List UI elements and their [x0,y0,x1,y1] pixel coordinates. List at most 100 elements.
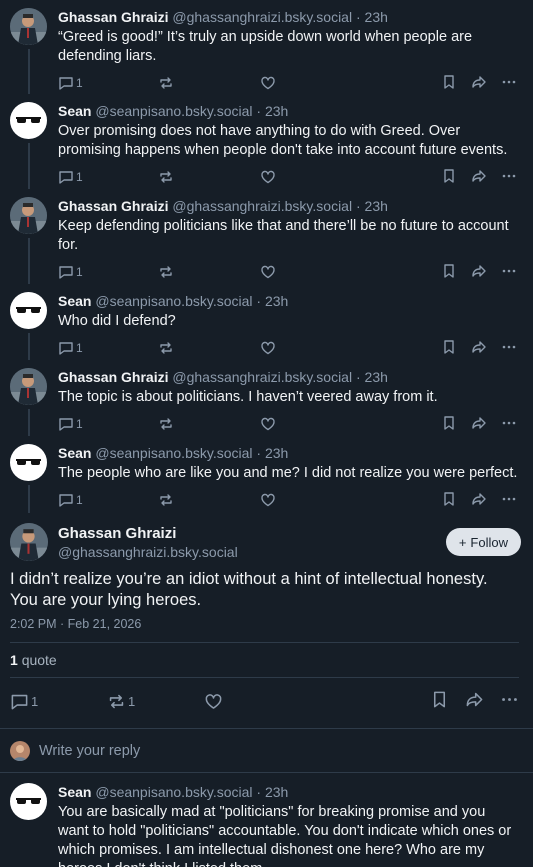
thread-post[interactable]: Sean @seanpisano.bsky.social · 23h The p… [0,436,533,513]
repost-icon [158,169,174,185]
bookmark-button[interactable] [441,339,457,355]
author-name[interactable]: Ghassan Ghraizi [58,9,168,25]
thread-post[interactable]: Ghassan Ghraizi @ghassanghraizi.bsky.soc… [0,360,533,436]
post-time[interactable]: 23h [365,369,388,385]
quote-count: 1 [10,652,18,668]
author-handle[interactable]: @seanpisano.bsky.social [95,103,252,119]
author-handle[interactable]: @seanpisano.bsky.social [95,784,252,800]
repost-button[interactable] [158,416,260,432]
heart-icon [260,492,276,508]
more-button[interactable] [501,74,517,90]
share-icon [471,74,487,90]
repost-button[interactable]: 1 [107,692,204,711]
repost-button[interactable] [158,169,260,185]
bookmark-button[interactable] [441,415,457,431]
author-handle[interactable]: @ghassanghraizi.bsky.social [172,198,352,214]
separator-dot: · [256,784,262,800]
repost-button[interactable] [158,75,260,91]
post-time[interactable]: 23h [365,198,388,214]
author-handle[interactable]: @seanpisano.bsky.social [95,445,252,461]
share-button[interactable] [471,168,487,184]
share-button[interactable] [465,690,484,709]
share-button[interactable] [471,415,487,431]
author-name[interactable]: Ghassan Ghraizi [58,369,168,385]
reply-post[interactable]: Sean @seanpisano.bsky.social · 23h You a… [0,773,533,867]
post-time[interactable]: 23h [365,9,388,25]
post-actions: 1 [58,162,519,192]
bookmark-button[interactable] [441,168,457,184]
author-name[interactable]: Sean [58,784,91,800]
reply-composer[interactable]: Write your reply [0,729,533,773]
more-button[interactable] [501,415,517,431]
reply-button[interactable]: 1 [58,416,158,432]
reply-placeholder[interactable]: Write your reply [39,743,140,759]
author-handle[interactable]: @seanpisano.bsky.social [95,293,252,309]
author-name[interactable]: Ghassan Ghraizi [58,198,168,214]
author-name[interactable]: Sean [58,293,91,309]
comment-icon [58,416,74,432]
avatar[interactable] [10,523,48,561]
more-button[interactable] [501,339,517,355]
author-name[interactable]: Ghassan Ghraizi [58,524,446,543]
reply-count: 1 [76,417,83,431]
bookmark-button[interactable] [441,263,457,279]
reply-count: 1 [31,693,39,709]
repost-button[interactable] [158,340,260,356]
share-button[interactable] [471,491,487,507]
share-icon [471,415,487,431]
post-time[interactable]: 23h [265,293,288,309]
reply-count: 1 [76,76,83,90]
avatar[interactable] [10,783,47,820]
avatar[interactable] [10,368,47,405]
more-button[interactable] [501,491,517,507]
comment-icon [58,340,74,356]
author-handle[interactable]: @ghassanghraizi.bsky.social [172,9,352,25]
author-handle[interactable]: @ghassanghraizi.bsky.social [172,369,352,385]
repost-button[interactable] [158,492,260,508]
share-button[interactable] [471,263,487,279]
more-icon [501,168,517,184]
avatar[interactable] [10,8,47,45]
bookmark-icon [441,168,457,184]
reply-button[interactable]: 1 [58,75,158,91]
share-button[interactable] [471,339,487,355]
bookmark-button[interactable] [430,690,449,709]
follow-button[interactable]: + Follow [445,528,521,556]
author-handle[interactable]: @ghassanghraizi.bsky.social [58,543,446,561]
reply-button[interactable]: 1 [58,492,158,508]
separator-dot: · [355,9,361,25]
more-button[interactable] [501,263,517,279]
post-time[interactable]: 23h [265,103,288,119]
post-text: Who did I defend? [58,313,176,329]
avatar[interactable] [10,197,47,234]
reply-button[interactable]: 1 [10,692,107,711]
share-icon [471,491,487,507]
repost-icon [158,416,174,432]
more-icon [501,491,517,507]
author-name[interactable]: Sean [58,103,91,119]
repost-icon [158,264,174,280]
thread-post[interactable]: Sean @seanpisano.bsky.social · 23h Over … [0,94,533,189]
share-icon [471,339,487,355]
avatar[interactable] [10,292,47,329]
thread-post[interactable]: Sean @seanpisano.bsky.social · 23h Who d… [0,284,533,360]
reply-button[interactable]: 1 [58,169,158,185]
bookmark-button[interactable] [441,74,457,90]
repost-button[interactable] [158,264,260,280]
post-time[interactable]: 23h [265,784,288,800]
reply-count: 1 [76,493,83,507]
thread-post[interactable]: Ghassan Ghraizi @ghassanghraizi.bsky.soc… [0,0,533,94]
bookmark-button[interactable] [441,491,457,507]
reply-button[interactable]: 1 [58,340,158,356]
avatar[interactable] [10,444,47,481]
post-text: You are basically mad at "politicians" f… [58,804,512,867]
share-button[interactable] [471,74,487,90]
reply-button[interactable]: 1 [58,264,158,280]
avatar[interactable] [10,102,47,139]
quotes-link[interactable]: 1 quote [10,643,519,677]
more-button[interactable] [501,168,517,184]
author-name[interactable]: Sean [58,445,91,461]
more-button[interactable] [500,690,519,709]
post-time[interactable]: 23h [265,445,288,461]
thread-post[interactable]: Ghassan Ghraizi @ghassanghraizi.bsky.soc… [0,189,533,284]
